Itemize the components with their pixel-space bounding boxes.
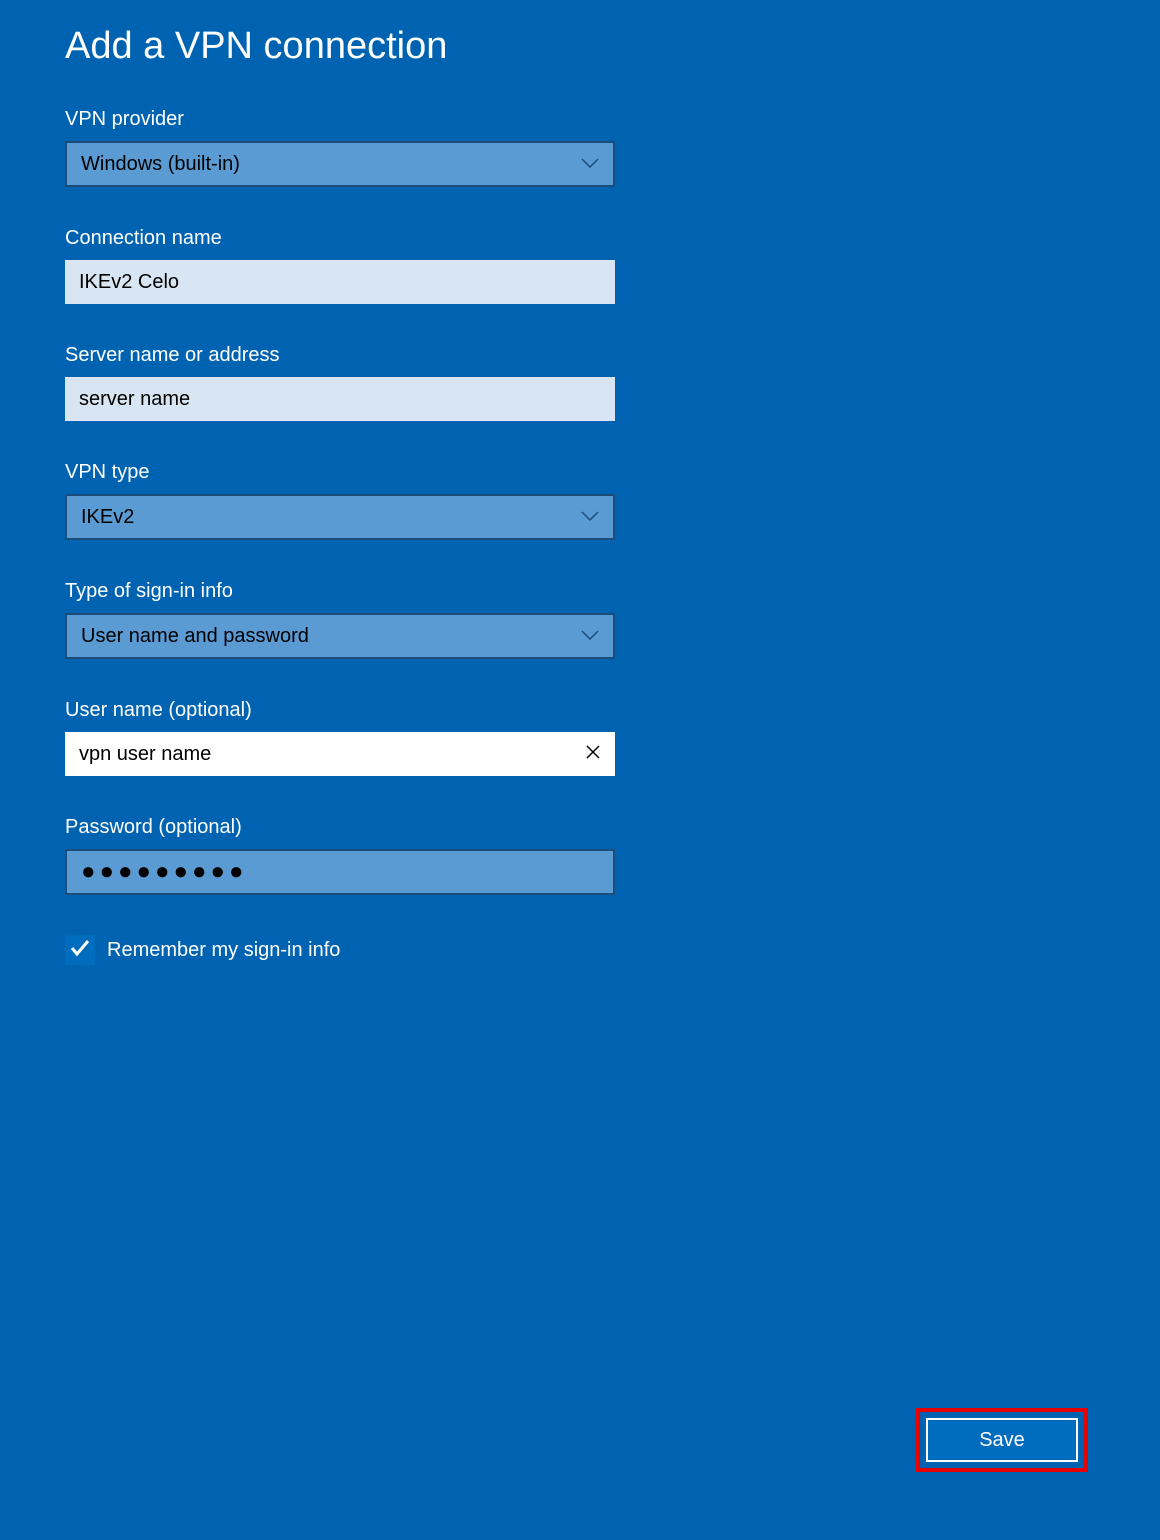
- password-label: Password (optional): [65, 816, 1095, 839]
- username-label: User name (optional): [65, 699, 1095, 722]
- vpn-provider-dropdown[interactable]: Windows (built-in): [65, 141, 615, 187]
- connection-name-input[interactable]: [65, 260, 615, 304]
- password-input[interactable]: ●●●●●●●●●: [65, 849, 615, 895]
- vpn-type-dropdown[interactable]: IKEv2: [65, 494, 615, 540]
- username-input-wrapper: [65, 732, 615, 776]
- page-title: Add a VPN connection: [65, 25, 1095, 68]
- signin-type-dropdown[interactable]: User name and password: [65, 613, 615, 659]
- vpn-type-label: VPN type: [65, 461, 1095, 484]
- close-icon: [585, 744, 601, 765]
- vpn-provider-label: VPN provider: [65, 108, 1095, 131]
- save-button-highlight: Save: [916, 1408, 1088, 1472]
- vpn-type-value: IKEv2: [81, 506, 134, 529]
- vpn-provider-value: Windows (built-in): [81, 153, 240, 176]
- server-name-label: Server name or address: [65, 344, 1095, 367]
- checkmark-icon: [68, 936, 92, 965]
- chevron-down-icon: [581, 508, 599, 526]
- signin-type-label: Type of sign-in info: [65, 580, 1095, 603]
- server-name-input[interactable]: [65, 377, 615, 421]
- chevron-down-icon: [581, 627, 599, 645]
- username-input[interactable]: [65, 732, 571, 776]
- remember-label: Remember my sign-in info: [107, 939, 340, 962]
- remember-checkbox[interactable]: [65, 935, 95, 965]
- connection-name-label: Connection name: [65, 227, 1095, 250]
- signin-type-value: User name and password: [81, 625, 309, 648]
- save-button[interactable]: Save: [926, 1418, 1078, 1462]
- password-value: ●●●●●●●●●: [81, 860, 247, 884]
- chevron-down-icon: [581, 155, 599, 173]
- clear-input-button[interactable]: [571, 732, 615, 776]
